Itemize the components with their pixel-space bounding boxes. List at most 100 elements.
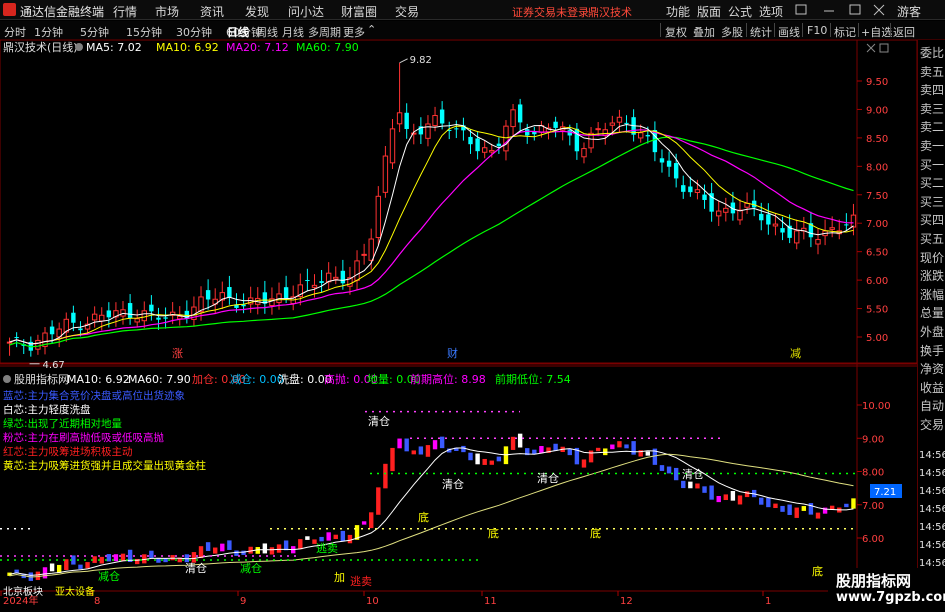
sub-value-1: MA60: 7.90 <box>128 373 191 386</box>
menu-xuanxiang[interactable]: 选项 <box>759 3 783 20</box>
candle-body-up <box>325 272 332 283</box>
signal-bar <box>92 556 97 563</box>
ma10-line <box>9 125 854 345</box>
btn-fuquan[interactable]: 复权 <box>665 24 687 40</box>
main-ytick-label: 7.00 <box>866 219 888 230</box>
sub-annotation-2: 清仓 <box>537 471 559 485</box>
kline-chart-svg[interactable]: 鼎汉技术(日线) MA5: 7.02 MA10: 6.92 MA20: 7.12 MA6… <box>0 39 918 609</box>
period-week[interactable]: 周线 <box>256 24 278 40</box>
signal-bar <box>170 555 175 561</box>
candle-body-down <box>106 310 112 318</box>
period-30min[interactable]: 30分钟 <box>176 24 212 40</box>
menu-banmian[interactable]: 版面 <box>697 3 721 20</box>
sidebar-item-0: 委比 <box>920 46 945 60</box>
app-logo-icon <box>3 3 16 16</box>
panel-max-icon <box>879 43 889 53</box>
candle-body-down <box>156 317 161 320</box>
candle-body-down <box>340 270 346 284</box>
btn-back[interactable]: 返回 <box>893 24 915 40</box>
btn-duogu[interactable]: 多股 <box>721 24 743 40</box>
btn-diejia[interactable]: 叠加 <box>693 24 715 40</box>
signal-bar <box>716 495 721 503</box>
period-month[interactable]: 月线 <box>282 24 304 40</box>
period-day[interactable]: 日线 <box>227 24 249 40</box>
high-price-label: 9.82 <box>410 55 432 66</box>
candle-body-up <box>850 214 857 228</box>
signal-bar <box>475 453 480 465</box>
period-fenshi[interactable]: 分时 <box>4 24 26 40</box>
btn-biaoji[interactable]: 标记 <box>834 24 856 40</box>
candle-body-down <box>439 109 445 124</box>
menu-faxian[interactable]: 发现 <box>245 3 269 20</box>
signal-bar <box>227 540 232 550</box>
menu-zixun[interactable]: 资讯 <box>200 3 224 20</box>
signal-bar <box>305 536 310 540</box>
menu-wenxiaoda[interactable]: 问小达 <box>288 3 324 20</box>
candle-body-down <box>688 186 693 193</box>
signal-bar <box>64 559 69 571</box>
sidebar-item-3: 卖三 <box>920 101 945 116</box>
period-5min[interactable]: 5分钟 <box>80 24 109 40</box>
candle-body-down <box>71 312 76 323</box>
main-ytick-label: 7.50 <box>866 191 888 202</box>
signal-bar <box>347 534 353 544</box>
candle-body-up <box>432 115 438 127</box>
high-marker-line <box>399 58 408 64</box>
sub-annotation-17: 减仓 <box>240 561 262 575</box>
signal-bar <box>794 507 799 518</box>
title-bar: 通达信金融终端 行情 市场 资讯 发现 问小达 财富圈 交易 证券交易未登录 鼎… <box>0 0 945 20</box>
candle-body-up <box>723 207 729 213</box>
sub-ytick-label: 8.00 <box>862 468 884 479</box>
signal-bar <box>376 487 381 515</box>
sidebar-item-19[interactable]: 自动 <box>920 397 944 414</box>
candle-body-down <box>525 129 530 136</box>
signal-bar <box>815 512 821 519</box>
period-more[interactable]: 更多 <box>343 24 365 40</box>
signal-bar <box>85 562 90 569</box>
candle-body-up <box>595 128 601 131</box>
candle-body-down <box>759 213 764 221</box>
btn-add-watchlist[interactable]: +自选 <box>861 24 892 40</box>
candle-body-up <box>99 314 105 322</box>
menu-hangqing[interactable]: 行情 <box>113 3 137 20</box>
sidebar-item-20[interactable]: 交易 <box>920 416 944 433</box>
menu-jiaoyi[interactable]: 交易 <box>395 3 419 20</box>
signal-bar <box>283 540 289 551</box>
menu-caifuquan[interactable]: 财富圈 <box>341 3 377 20</box>
btn-f10[interactable]: F10 <box>807 24 827 37</box>
candle-body-up <box>616 116 623 123</box>
signal-bar <box>595 447 601 452</box>
candle-body-down <box>517 104 523 123</box>
sub-annotation-13: 逃卖 <box>316 542 338 555</box>
btn-tongji[interactable]: 统计 <box>750 24 772 40</box>
candle-body-up <box>794 230 800 244</box>
period-1min[interactable]: 1分钟 <box>34 24 63 40</box>
period-multi[interactable]: 多周期 <box>308 24 341 40</box>
signal-bar <box>496 456 502 462</box>
current-stock-link[interactable]: 鼎汉技术 <box>588 4 632 20</box>
signal-bar <box>120 553 126 561</box>
signal-bar <box>553 443 558 451</box>
more-arrow-icon[interactable]: ⌃ <box>367 23 376 36</box>
candle-body-down <box>681 185 686 192</box>
tick-time-5: 14:56 <box>919 540 945 551</box>
chart-area[interactable]: 鼎汉技术(日线) MA5: 7.02 MA10: 6.92 MA20: 7.12 MA6… <box>0 39 918 609</box>
signal-bar <box>439 436 445 449</box>
period-15min[interactable]: 15分钟 <box>126 24 162 40</box>
trade-login-status[interactable]: 证券交易未登录 <box>512 4 589 20</box>
btn-huaxian[interactable]: 画线 <box>778 24 800 40</box>
signal-bar <box>298 539 303 550</box>
signal-bar <box>666 466 672 474</box>
menu-gongshi[interactable]: 公式 <box>728 3 752 20</box>
menu-shichang[interactable]: 市场 <box>155 3 179 20</box>
sub-annotation-1: 清仓 <box>442 477 464 491</box>
signal-bar <box>319 536 324 542</box>
candle-body-down <box>227 287 232 298</box>
menu-gongneng[interactable]: 功能 <box>666 3 690 20</box>
candle-body-up <box>425 123 431 139</box>
candle-body-down <box>766 214 771 225</box>
guest-user[interactable]: 游客 <box>897 3 921 20</box>
signal-bar <box>702 486 707 493</box>
sub-ytick-label: 7.00 <box>862 501 884 512</box>
signal-bar <box>766 497 771 508</box>
